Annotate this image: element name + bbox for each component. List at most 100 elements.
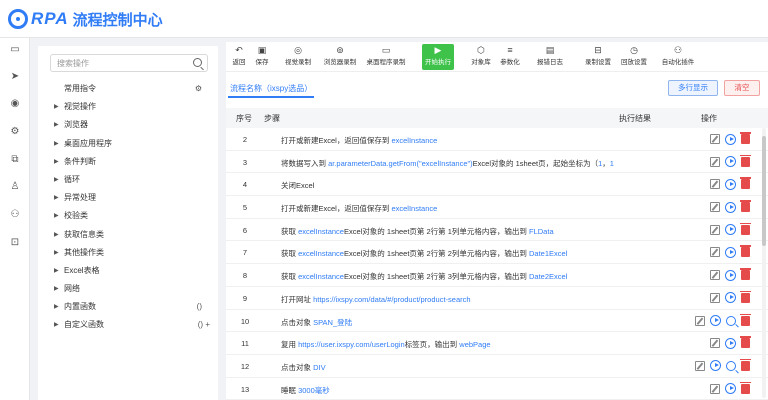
send-icon[interactable]: ➤: [9, 71, 21, 83]
edit-icon[interactable]: [710, 156, 720, 167]
desktop-record-button[interactable]: ▭ 桌面程序录制: [363, 44, 409, 70]
play-icon[interactable]: [725, 383, 736, 395]
delete-icon[interactable]: [740, 336, 751, 349]
tree-item[interactable]: ▶ 桌面应用程序: [52, 135, 212, 153]
error-log-button[interactable]: ▤ 报错日志: [534, 44, 566, 70]
play-icon[interactable]: [725, 269, 736, 281]
table-row[interactable]: 7 获取 excelInstanceExcel对象的 1sheet页第 2行第 2…: [226, 241, 768, 265]
edit-icon[interactable]: [710, 383, 720, 394]
parentheses-plus-icon[interactable]: () +: [198, 316, 210, 334]
vertical-scrollbar[interactable]: [762, 128, 766, 398]
tree-item[interactable]: ▶ 校验类: [52, 207, 212, 225]
table-row[interactable]: 3 将数据写入到 ar.parameterData.getFrom("excelI…: [226, 151, 768, 174]
user-icon[interactable]: ♙: [9, 181, 21, 193]
play-icon[interactable]: [710, 360, 721, 372]
table-row[interactable]: 4 关闭Excel: [226, 173, 768, 197]
caret-right-icon: ▶: [54, 140, 59, 147]
search-input[interactable]: [57, 55, 187, 71]
tree-item[interactable]: ▶ 其他操作类: [52, 244, 212, 262]
edit-icon[interactable]: [710, 292, 720, 303]
delete-icon[interactable]: [740, 222, 751, 235]
settings-icon[interactable]: ⚙: [9, 126, 21, 138]
multi-line-button[interactable]: 多行显示: [668, 80, 718, 96]
record-settings-button[interactable]: ⊟ 录制设置: [582, 44, 614, 70]
search-icon[interactable]: [726, 360, 736, 371]
search-icon[interactable]: [193, 58, 202, 67]
tree-item[interactable]: ▶ 获取信息类: [52, 226, 212, 244]
visual-record-button[interactable]: ◎ 视觉录制: [283, 44, 313, 70]
play-icon[interactable]: [725, 156, 736, 168]
edit-icon[interactable]: [710, 270, 720, 281]
team-icon[interactable]: ⚇: [9, 209, 21, 221]
row-number: 2: [242, 135, 248, 144]
play-icon[interactable]: [725, 337, 736, 349]
object-library-button[interactable]: ⬡ 对象库: [469, 44, 493, 70]
gear-icon[interactable]: ⚙: [195, 80, 202, 98]
search-icon[interactable]: [726, 315, 736, 326]
tree-item[interactable]: ▶ 浏览器: [52, 116, 212, 134]
play-icon[interactable]: [725, 224, 736, 236]
scrollbar-thumb[interactable]: [762, 136, 766, 246]
tree-item[interactable]: ▶ 条件判断: [52, 153, 212, 171]
edit-icon[interactable]: [710, 202, 720, 213]
playback-settings-button[interactable]: ◷ 回放设置: [618, 44, 650, 70]
edit-icon[interactable]: [695, 360, 705, 371]
play-icon[interactable]: [725, 292, 736, 304]
delete-icon[interactable]: [740, 154, 751, 167]
lock-icon[interactable]: ⊡: [9, 237, 21, 249]
tree-item[interactable]: ▶ 异常处理: [52, 189, 212, 207]
table-row[interactable]: 8 获取 excelInstanceExcel对象的 1sheet页第 2行第 3…: [226, 264, 768, 287]
delete-icon[interactable]: [740, 358, 751, 371]
play-icon[interactable]: [710, 315, 721, 326]
table-row[interactable]: 10 点击对象 SPAN_登陆: [226, 310, 768, 333]
tab-flow-name[interactable]: 流程名称（ixspy选品）: [228, 80, 315, 98]
tree-item[interactable]: ▶ 循环: [52, 171, 212, 189]
parameterize-button[interactable]: ≡ 参数化: [498, 44, 522, 70]
delete-icon[interactable]: [740, 290, 751, 303]
automation-plugin-button[interactable]: ⚇ 自动化插件: [658, 44, 698, 70]
play-icon[interactable]: [725, 178, 736, 190]
step-fragment: 打开或新建Excel，返回值保存到: [281, 136, 392, 145]
table-row[interactable]: 5 打开或新建Excel，返回值保存到 excelInstance: [226, 196, 768, 219]
table-row[interactable]: 12 点击对象 DIV: [226, 355, 768, 378]
back-button[interactable]: ↶ 返回: [229, 44, 249, 70]
table-row[interactable]: 6 获取 excelInstanceExcel对象的 1sheet页第 2行第 1…: [226, 219, 768, 242]
delete-icon[interactable]: [740, 381, 751, 394]
tree-item-common[interactable]: 常用指令 ⚙: [52, 80, 212, 98]
step-fragment: 标签页，输出到: [404, 340, 460, 350]
start-run-button[interactable]: ▶ 开始执行: [422, 44, 454, 70]
parentheses-icon[interactable]: (): [197, 298, 202, 316]
delete-icon[interactable]: [740, 245, 751, 258]
table-row[interactable]: 2 打开或新建Excel，返回值保存到 excelInstance: [226, 128, 768, 151]
step-variable: excelInstance: [298, 272, 344, 282]
tree-item[interactable]: ▶ 视觉操作: [52, 98, 212, 116]
play-icon[interactable]: [725, 133, 736, 145]
tree-item[interactable]: ▶ 网络: [52, 280, 212, 298]
delete-icon[interactable]: [740, 132, 751, 144]
copy-icon[interactable]: ⧉: [9, 154, 21, 166]
edit-icon[interactable]: [710, 134, 720, 144]
delete-icon[interactable]: [740, 200, 751, 213]
edit-icon[interactable]: [710, 179, 720, 190]
delete-icon[interactable]: [740, 177, 751, 190]
play-icon[interactable]: [725, 201, 736, 213]
edit-icon[interactable]: [710, 247, 720, 258]
delete-icon[interactable]: [740, 268, 751, 281]
table-row[interactable]: 13 睡眠 3000毫秒: [226, 378, 768, 400]
table-row[interactable]: 9 打开网址 https://ixspy.com/data/#/product/p…: [226, 287, 768, 310]
edit-icon[interactable]: [710, 338, 720, 349]
tree-item[interactable]: ▶ 内置函数 (): [52, 298, 212, 316]
clear-button[interactable]: 清空: [724, 80, 760, 96]
monitor-icon[interactable]: ▭: [9, 44, 21, 56]
tree-item[interactable]: ▶ 自定义函数 () +: [52, 316, 212, 334]
table-row[interactable]: 11 复用 https://user.ixspy.com/userLogin标签页…: [226, 332, 768, 355]
browser-record-button[interactable]: ⊚ 浏览器录制: [321, 44, 359, 70]
edit-icon[interactable]: [710, 224, 720, 235]
play-icon[interactable]: [725, 246, 736, 258]
search-box[interactable]: [50, 54, 208, 72]
edit-icon[interactable]: [695, 315, 705, 326]
save-button[interactable]: ▣ 保存: [251, 44, 273, 70]
tree-item[interactable]: ▶ Excel表格: [52, 262, 212, 280]
robot-icon[interactable]: ◉: [9, 98, 21, 110]
delete-icon[interactable]: [740, 313, 751, 326]
